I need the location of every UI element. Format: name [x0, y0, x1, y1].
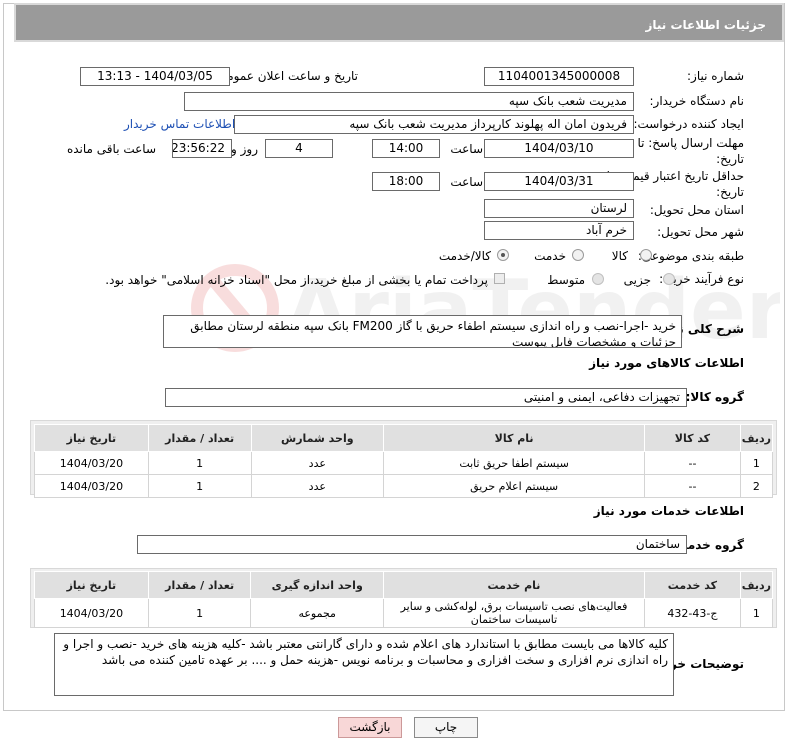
page-title: جزئیات اطلاعات نیاز: [645, 18, 766, 32]
print-button[interactable]: چاپ: [414, 717, 478, 738]
days-field: 4: [265, 139, 333, 158]
cell-date: 1404/03/20: [34, 474, 149, 498]
cell-code: --: [644, 451, 741, 475]
cell-unit: عدد: [250, 451, 385, 475]
creator-field: فریدون امان اله پهلوند کارپرداز مدیریت ش…: [234, 115, 634, 134]
back-button[interactable]: بازگشت: [338, 717, 402, 738]
announce-field: 1404/03/05 - 13:13: [80, 67, 230, 86]
category-radio-service[interactable]: [572, 249, 584, 261]
cell-row: 2: [739, 474, 774, 498]
province-label: استان محل تحویل:: [649, 203, 744, 217]
cell-name: سیستم اطفا حریق ثابت: [383, 451, 646, 475]
table-row[interactable]: 2 -- سیستم اعلام حریق عدد 1 1404/03/20: [34, 474, 774, 498]
buyer-notes-textarea[interactable]: کلیه کالاها می بایست مطابق با استاندارد …: [54, 633, 674, 696]
cell-row: 1: [739, 598, 774, 628]
page-header: جزئیات اطلاعات نیاز: [14, 3, 784, 42]
col-date: تاریخ نیاز: [34, 571, 149, 599]
cell-name: سیستم اعلام حریق: [383, 474, 646, 498]
buyer-contact-link[interactable]: اطلاعات تماس خریدار: [124, 117, 235, 131]
days-label: روز و: [231, 142, 258, 156]
goods-table: ردیف کد کالا نام کالا واحد شمارش تعداد /…: [34, 424, 774, 498]
cell-name: فعالیت‌های نصب تاسیسات برق، لوله‌کشی و س…: [382, 598, 646, 628]
deadline-time-field: 14:00: [372, 139, 440, 158]
col-unit: واحد اندازه گیری: [250, 571, 384, 599]
category-goods-service-label: کالا/خدمت: [438, 249, 491, 263]
goods-section-title: اطلاعات کالاهای مورد نیاز: [589, 356, 744, 370]
services-group-field: ساختمان: [137, 535, 687, 554]
col-code: کد کالا: [644, 424, 741, 452]
cell-code: --: [644, 474, 741, 498]
col-unit: واحد شمارش: [250, 424, 385, 452]
deadline-label: مهلت ارسال پاسخ: تا تاریخ:: [637, 136, 744, 166]
goods-group-field: تجهیزات دفاعی، ایمنی و امنیتی: [165, 388, 687, 407]
deadline-date-field: 1404/03/10: [484, 139, 634, 158]
cell-row: 1: [739, 451, 774, 475]
remaining-label: ساعت باقی مانده: [66, 142, 156, 156]
need-number-field: 1104001345000008: [484, 67, 634, 86]
process-minor-label: جزیی: [623, 273, 651, 287]
cell-date: 1404/03/20: [34, 451, 149, 475]
cell-qty: 1: [147, 598, 252, 628]
need-number-label: شماره نیاز:: [687, 69, 744, 83]
price-validity-time-field: 18:00: [372, 172, 440, 191]
table-row[interactable]: 1 ج-43-432 فعالیت‌های نصب تاسیسات برق، ل…: [34, 598, 774, 628]
cell-code: ج-43-432: [644, 598, 741, 628]
announce-label: تاریخ و ساعت اعلان عمومی:: [213, 69, 358, 83]
table-row[interactable]: 1 -- سیستم اطفا حریق ثابت عدد 1 1404/03/…: [34, 451, 774, 475]
process-radio-minor[interactable]: [663, 273, 675, 285]
cell-unit: مجموعه: [250, 598, 384, 628]
treasury-payment-checkbox[interactable]: [494, 273, 505, 284]
description-textarea[interactable]: خرید -اجرا-نصب و راه اندازی سیستم اطفاء …: [163, 315, 682, 348]
buyer-org-field: مدیریت شعب بانک سپه: [184, 92, 634, 111]
cell-date: 1404/03/20: [34, 598, 149, 628]
goods-table-header: ردیف کد کالا نام کالا واحد شمارش تعداد /…: [34, 424, 774, 452]
cell-qty: 1: [147, 474, 252, 498]
price-validity-date-field: 1404/03/31: [484, 172, 634, 191]
deadline-time-label: ساعت: [450, 142, 483, 156]
col-date: تاریخ نیاز: [34, 424, 149, 452]
cell-qty: 1: [147, 451, 252, 475]
col-qty: تعداد / مقدار: [147, 571, 252, 599]
remaining-field: 23:56:22: [172, 139, 232, 158]
category-radio-goods[interactable]: [640, 249, 652, 261]
category-goods-label: کالا: [611, 249, 628, 263]
cell-unit: عدد: [250, 474, 385, 498]
col-row: ردیف: [739, 424, 774, 452]
col-row: ردیف: [739, 571, 774, 599]
col-name: نام خدمت: [382, 571, 646, 599]
services-section-title: اطلاعات خدمات مورد نیاز: [593, 504, 744, 518]
treasury-payment-note: پرداخت تمام یا بخشی از مبلغ خرید،از محل …: [105, 273, 488, 287]
buyer-org-label: نام دستگاه خریدار:: [649, 94, 745, 108]
city-label: شهر محل تحویل:: [657, 225, 744, 239]
city-field: خرم آباد: [484, 221, 634, 240]
col-name: نام کالا: [383, 424, 646, 452]
process-radio-medium[interactable]: [592, 273, 604, 285]
services-table-header: ردیف کد خدمت نام خدمت واحد اندازه گیری ت…: [34, 571, 774, 599]
category-label: طبقه بندی موضوعی:: [637, 249, 744, 263]
col-code: کد خدمت: [644, 571, 741, 599]
category-service-label: خدمت: [534, 249, 566, 263]
price-validity-time-label: ساعت: [450, 175, 483, 189]
creator-label: ایجاد کننده درخواست:: [633, 117, 744, 131]
province-field: لرستان: [484, 199, 634, 218]
col-qty: تعداد / مقدار: [147, 424, 252, 452]
goods-group-label: گروه کالا:: [685, 390, 744, 404]
category-radio-goods-service[interactable]: [497, 249, 509, 261]
process-medium-label: متوسط: [547, 273, 585, 287]
services-table: ردیف کد خدمت نام خدمت واحد اندازه گیری ت…: [34, 571, 774, 628]
